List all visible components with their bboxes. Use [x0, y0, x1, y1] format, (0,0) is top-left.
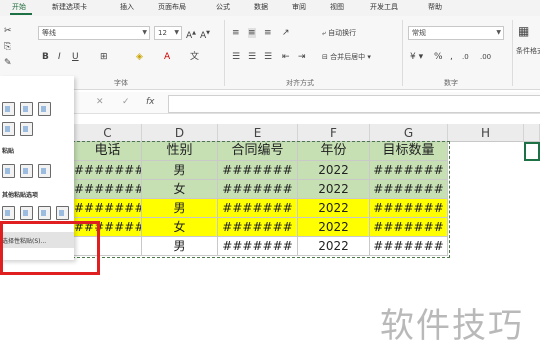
column-header-f[interactable]: F	[298, 124, 370, 142]
menu-section-paste-values: 粘贴	[2, 148, 15, 155]
group-label-font: 字体	[114, 79, 128, 87]
italic-icon[interactable]: I	[58, 52, 61, 62]
confirm-icon[interactable]: ✓	[122, 97, 130, 107]
paste-values-source-format-icon[interactable]	[38, 164, 51, 178]
column-header-i[interactable]	[524, 124, 540, 142]
tab-review[interactable]: 审阅	[292, 2, 306, 12]
merge-center-button[interactable]: ⊟ 合并后居中 ▾	[322, 52, 371, 62]
column-header-d[interactable]: D	[142, 124, 218, 142]
increase-indent-icon[interactable]: ⇥	[298, 52, 306, 62]
copy-marquee	[72, 141, 450, 258]
tab-view[interactable]: 视图	[330, 2, 344, 12]
font-name-value: 等线	[42, 29, 56, 37]
group-label-alignment: 对齐方式	[286, 79, 314, 87]
ribbon-panel: ✂ ⎘ ✎ 等线 ▼ 12 ▼ A▲ A▼ B I U ⊞ ◈ A 文 字体 ≡…	[0, 16, 540, 90]
phonetic-icon[interactable]: 文	[190, 52, 199, 62]
tab-developer[interactable]: 开发工具	[370, 2, 398, 12]
number-format-select[interactable]: 常规 ▼	[408, 26, 504, 40]
paste-formulas-icon[interactable]	[20, 102, 33, 116]
paste-icon[interactable]	[2, 102, 15, 116]
active-tab-indicator	[10, 13, 32, 15]
decrease-decimal-icon[interactable]: .00	[480, 52, 491, 62]
underline-icon[interactable]: U	[72, 52, 79, 62]
menu-section-other-paste: 其他粘贴选项	[2, 192, 39, 199]
border-icon[interactable]: ⊞	[100, 52, 108, 62]
align-top-icon[interactable]: ≡	[232, 28, 240, 38]
paste-picture-icon[interactable]	[20, 206, 33, 220]
font-color-icon[interactable]: A	[164, 52, 170, 62]
conditional-format-icon[interactable]: ▦	[518, 25, 529, 37]
chevron-down-icon: ▼	[496, 29, 501, 36]
increase-font-icon[interactable]: A▲	[186, 28, 196, 41]
currency-icon[interactable]: ¥ ▾	[410, 52, 423, 62]
tab-home[interactable]: 开始	[12, 2, 26, 12]
decrease-indent-icon[interactable]: ⇤	[282, 52, 290, 62]
group-label-number: 数字	[444, 79, 458, 87]
paste-no-borders-icon[interactable]	[2, 122, 15, 136]
tab-data[interactable]: 数据	[254, 2, 268, 12]
comma-style-icon[interactable]: ,	[450, 52, 453, 62]
paste-values-icon[interactable]	[2, 164, 15, 178]
active-cell[interactable]	[524, 142, 540, 161]
align-bottom-icon[interactable]: ≡	[264, 28, 272, 38]
cut-icon[interactable]: ✂	[4, 26, 12, 36]
highlight-box	[0, 221, 100, 275]
font-size-select[interactable]: 12 ▼	[154, 26, 182, 40]
tab-new[interactable]: 新建选项卡	[52, 2, 87, 12]
increase-decimal-icon[interactable]: .0	[462, 52, 469, 62]
column-header-g[interactable]: G	[370, 124, 448, 142]
group-divider	[402, 20, 403, 86]
tab-insert[interactable]: 插入	[120, 2, 134, 12]
align-left-icon[interactable]: ☰	[232, 52, 240, 62]
tab-formulas[interactable]: 公式	[216, 2, 230, 12]
paste-formatting-only-icon[interactable]	[56, 206, 69, 220]
font-size-value: 12	[158, 29, 167, 37]
cancel-icon[interactable]: ✕	[96, 97, 104, 107]
column-header-e[interactable]: E	[218, 124, 298, 142]
paste-values-number-format-icon[interactable]	[20, 164, 33, 178]
orientation-icon[interactable]: ↗	[282, 28, 290, 38]
wrap-text-label: 自动换行	[328, 29, 357, 37]
tab-page-layout[interactable]: 页面布局	[158, 2, 186, 12]
ribbon-tab-bar: 开始 新建选项卡 插入 页面布局 公式 数据 审阅 视图 开发工具 帮助	[0, 0, 540, 16]
merge-center-label: 合并后居中	[330, 53, 366, 61]
format-painter-icon[interactable]: ✎	[4, 58, 12, 68]
paste-formatting-icon[interactable]	[38, 102, 51, 116]
chevron-down-icon: ▼	[142, 29, 147, 36]
align-center-icon[interactable]: ☰	[248, 52, 256, 62]
column-header-h[interactable]: H	[448, 124, 524, 142]
decrease-font-icon[interactable]: A▼	[200, 28, 210, 41]
formula-input[interactable]	[168, 95, 540, 113]
percent-icon[interactable]: %	[434, 52, 443, 62]
paste-linked-picture-icon[interactable]	[38, 206, 51, 220]
number-format-value: 常规	[412, 29, 426, 37]
tab-help[interactable]: 帮助	[428, 2, 442, 12]
chevron-down-icon: ▼	[174, 29, 179, 36]
group-divider	[224, 20, 225, 86]
copy-icon[interactable]: ⎘	[4, 42, 11, 52]
wrap-text-button[interactable]: ⤶ 自动换行	[322, 28, 356, 38]
group-divider	[512, 20, 513, 86]
bold-icon[interactable]: B	[42, 52, 49, 62]
paste-column-widths-icon[interactable]	[20, 122, 33, 136]
formula-bar: ✕ ✓ fx	[0, 92, 540, 114]
fill-color-icon[interactable]: ◈	[136, 52, 143, 62]
font-name-select[interactable]: 等线 ▼	[38, 26, 150, 40]
paste-link-icon[interactable]	[2, 206, 15, 220]
watermark-text: 软件技巧	[380, 306, 524, 346]
align-right-icon[interactable]: ☰	[264, 52, 272, 62]
conditional-format-label[interactable]: 条件格式	[516, 46, 540, 56]
function-icon[interactable]: fx	[146, 97, 155, 107]
align-middle-icon[interactable]: ≡	[248, 28, 256, 38]
column-header-c[interactable]: C	[74, 124, 142, 142]
